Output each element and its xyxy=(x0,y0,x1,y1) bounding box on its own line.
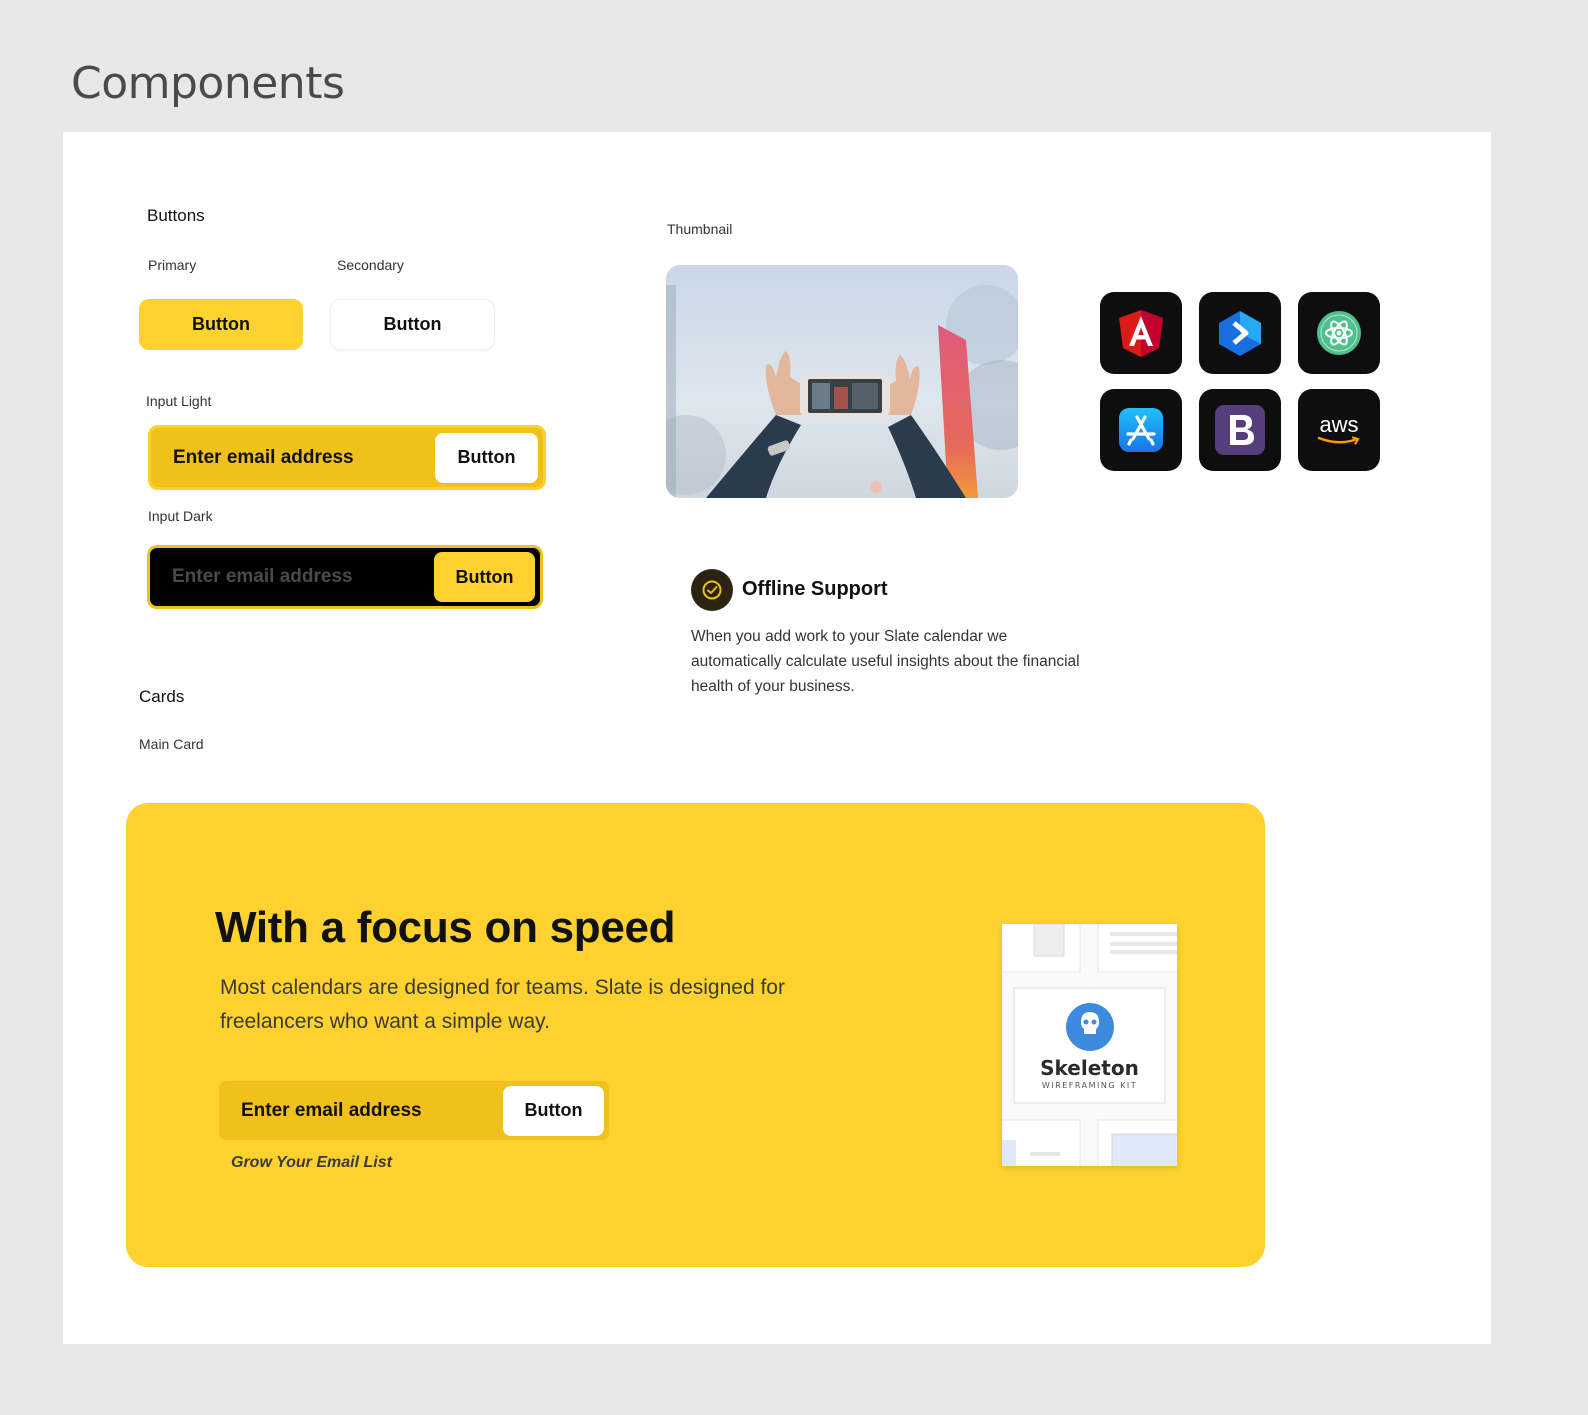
card-heading: With a focus on speed xyxy=(215,903,676,952)
feature-title: Offline Support xyxy=(742,578,888,600)
thumbnail-label: Thumbnail xyxy=(667,221,733,237)
card-caption: Grow Your Email List xyxy=(231,1154,392,1171)
skeleton-title: Skeleton xyxy=(1040,1056,1139,1080)
thumbnail-image xyxy=(666,265,1018,498)
aws-icon[interactable]: aws xyxy=(1298,389,1380,471)
main-card-label: Main Card xyxy=(139,736,204,752)
app-store-icon[interactable] xyxy=(1100,389,1182,471)
feature-description: When you add work to your Slate calendar… xyxy=(691,628,1080,695)
skeleton-subtitle: WIREFRAMING KIT xyxy=(1041,1081,1138,1090)
input-light-button[interactable]: Button xyxy=(435,432,538,483)
atom-icon[interactable] xyxy=(1298,292,1380,374)
card-input-button[interactable]: Button xyxy=(503,1085,604,1136)
cards-section-label: Cards xyxy=(139,687,185,706)
secondary-label: Secondary xyxy=(337,257,404,273)
skeleton-kit-preview: Skeleton WIREFRAMING KIT xyxy=(1002,924,1177,1166)
buttons-section-label: Buttons xyxy=(147,206,205,225)
input-light-label: Input Light xyxy=(146,393,212,409)
bootstrap-icon[interactable] xyxy=(1199,389,1281,471)
email-input-light[interactable] xyxy=(151,428,435,487)
aws-icon-text: aws xyxy=(1319,412,1359,437)
card-email-input[interactable] xyxy=(219,1081,503,1140)
secondary-button[interactable]: Button xyxy=(330,299,495,350)
card-input-group: Button xyxy=(216,1078,612,1143)
email-input-dark[interactable] xyxy=(150,548,434,606)
input-dark-group: Button xyxy=(147,545,543,609)
primary-label: Primary xyxy=(148,257,197,273)
check-circle-icon xyxy=(691,569,733,611)
input-light-group: Button xyxy=(148,425,546,490)
dart-icon[interactable] xyxy=(1199,292,1281,374)
input-dark-label: Input Dark xyxy=(148,508,213,524)
page-title: Components xyxy=(71,58,345,109)
primary-button[interactable]: Button xyxy=(139,299,303,350)
angular-icon[interactable] xyxy=(1100,292,1182,374)
main-card: With a focus on speed Most calendars are… xyxy=(126,803,1265,1267)
input-dark-button[interactable]: Button xyxy=(434,552,535,602)
card-description: Most calendars are designed for teams. S… xyxy=(220,976,785,1033)
